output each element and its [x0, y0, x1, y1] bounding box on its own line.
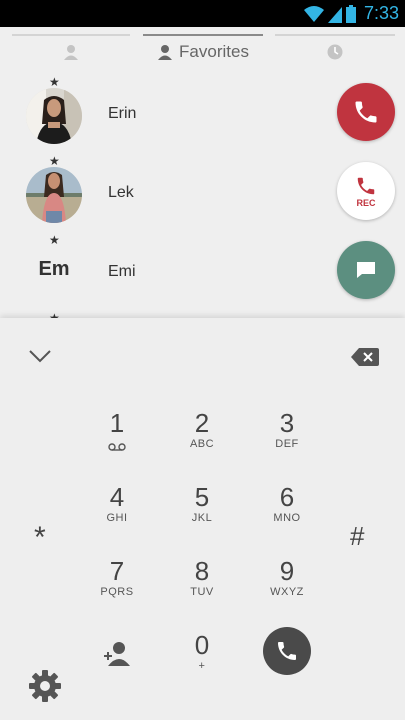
star-icon: ★	[49, 233, 60, 247]
battery-icon	[345, 4, 356, 23]
add-contact-icon[interactable]	[104, 640, 130, 666]
dialpad-key-star[interactable]: *	[34, 521, 46, 555]
wifi-icon	[303, 5, 324, 22]
status-time: 7:33	[363, 3, 399, 23]
person-icon	[64, 45, 78, 60]
key-digit: 5	[194, 482, 210, 512]
dialpad-key-3[interactable]: 3 DEF	[247, 408, 327, 451]
key-letters: JKL	[191, 512, 213, 524]
person-icon	[158, 45, 173, 60]
message-icon	[357, 262, 375, 278]
avatar	[26, 167, 82, 223]
key-letters: DEF	[275, 438, 299, 450]
dialpad-key-1[interactable]: 1	[77, 408, 157, 456]
signal-icon	[327, 6, 342, 23]
settings-gear-icon[interactable]	[28, 669, 62, 703]
tab-bar: Favorites	[0, 27, 405, 75]
dialpad-key-8[interactable]: 8 TUV	[162, 556, 242, 599]
key-letters: TUV	[190, 586, 214, 598]
key-letters: +	[198, 660, 206, 672]
key-digit: 4	[109, 482, 125, 512]
key-letters: WXYZ	[270, 586, 304, 598]
dialpad: 1 2 ABC 3 DEF 4 GHI 5 JKL 6 MNO * # 7 PQ…	[0, 318, 405, 720]
avatar	[26, 88, 82, 144]
key-letters: ABC	[189, 438, 215, 450]
tab-divider	[12, 34, 130, 36]
rec-label: REC	[356, 197, 376, 208]
dialpad-key-5[interactable]: 5 JKL	[162, 482, 242, 525]
star-icon: ★	[49, 154, 60, 168]
chevron-down-icon[interactable]	[28, 348, 52, 364]
voicemail-icon	[108, 443, 126, 451]
dialpad-key-0[interactable]: 0 +	[162, 630, 242, 673]
favorite-row[interactable]: ★ Erin	[0, 75, 405, 153]
key-letters: MNO	[273, 512, 301, 524]
tab-divider	[275, 34, 395, 36]
favorite-row[interactable]: ★ Em Emi	[0, 233, 405, 311]
record-call-button[interactable]: REC	[337, 162, 395, 220]
star-icon: ★	[49, 311, 60, 318]
key-letters: GHI	[106, 512, 128, 524]
contact-name: Erin	[108, 105, 137, 122]
contact-name: Lek	[108, 184, 134, 201]
backspace-icon[interactable]	[350, 346, 380, 368]
dialpad-key-9[interactable]: 9 WXYZ	[247, 556, 327, 599]
dialpad-key-4[interactable]: 4 GHI	[77, 482, 157, 525]
dialpad-key-6[interactable]: 6 MNO	[247, 482, 327, 525]
tab-label: Favorites	[179, 42, 249, 61]
tab-recents[interactable]	[275, 34, 395, 70]
key-digit: 7	[109, 556, 125, 586]
key-letters: PQRS	[100, 586, 134, 598]
tab-contacts[interactable]	[12, 34, 130, 70]
key-digit: 6	[279, 482, 295, 512]
dialpad-key-2[interactable]: 2 ABC	[162, 408, 242, 451]
call-button[interactable]	[337, 83, 395, 141]
message-button[interactable]	[337, 241, 395, 299]
key-digit: 3	[279, 408, 295, 438]
dialpad-key-hash[interactable]: #	[350, 521, 364, 552]
tab-indicator	[143, 34, 263, 36]
phone-icon	[278, 642, 296, 660]
dialpad-key-7[interactable]: 7 PQRS	[77, 556, 157, 599]
key-digit: 8	[194, 556, 210, 586]
key-digit: 9	[279, 556, 295, 586]
clock-icon	[327, 44, 343, 60]
favorites-list: ★ Erin ★ Lek REC ★ Em Emi ★	[0, 75, 405, 318]
contact-name: Emi	[108, 263, 136, 280]
tab-favorites[interactable]: Favorites	[143, 34, 263, 70]
phone-icon	[357, 177, 375, 194]
phone-icon	[355, 101, 377, 123]
key-digit: 2	[194, 408, 210, 438]
key-digit: 1	[109, 408, 125, 438]
status-bar: 7:33	[0, 0, 405, 27]
favorite-row[interactable]: ★ Lek REC	[0, 154, 405, 232]
avatar-initials: Em	[38, 258, 70, 280]
key-digit: 0	[194, 630, 210, 660]
dial-call-button[interactable]	[263, 627, 311, 675]
star-icon: ★	[49, 75, 60, 89]
